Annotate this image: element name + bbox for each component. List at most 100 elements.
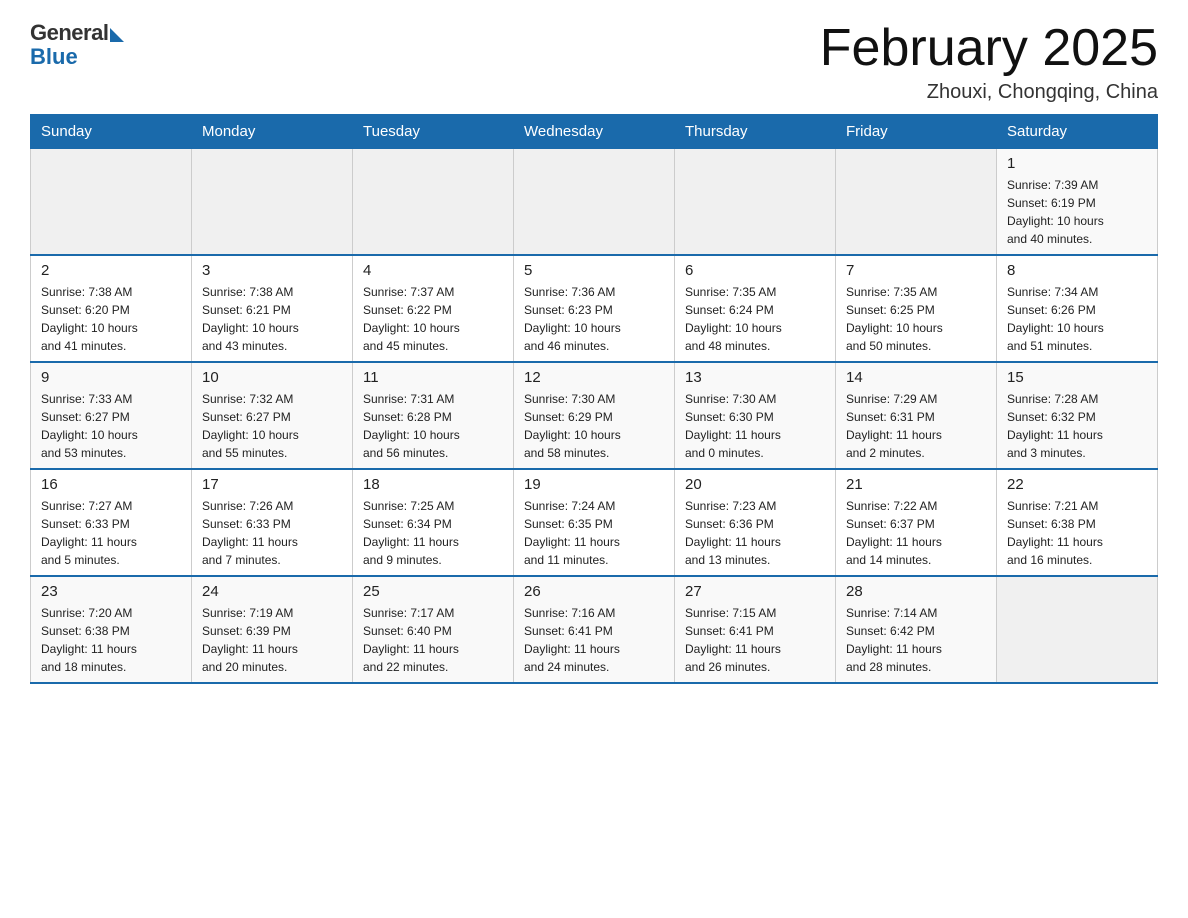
day-info: Sunrise: 7:27 AM Sunset: 6:33 PM Dayligh… bbox=[41, 497, 181, 569]
calendar-week-row: 16 Sunrise: 7:27 AM Sunset: 6:33 PM Dayli… bbox=[31, 469, 1158, 576]
calendar-cell bbox=[353, 149, 514, 256]
calendar-cell: 5Sunrise: 7:36 AM Sunset: 6:23 PM Daylig… bbox=[514, 255, 675, 362]
day-info: Sunrise: 7:15 AM Sunset: 6:41 PM Dayligh… bbox=[685, 604, 825, 676]
day-number: 6 bbox=[685, 262, 825, 279]
calendar-cell: 21 Sunrise: 7:22 AM Sunset: 6:37 PM Dayli… bbox=[836, 469, 997, 576]
calendar-cell: 22 Sunrise: 7:21 AM Sunset: 6:38 PM Dayli… bbox=[997, 469, 1158, 576]
day-info: Sunrise: 7:16 AM Sunset: 6:41 PM Dayligh… bbox=[524, 604, 664, 676]
calendar-cell bbox=[31, 149, 192, 256]
day-info: Sunrise: 7:30 AM Sunset: 6:30 PM Dayligh… bbox=[685, 390, 825, 462]
calendar-cell: 9 Sunrise: 7:33 AM Sunset: 6:27 PM Daylig… bbox=[31, 362, 192, 469]
day-info: Sunrise: 7:29 AM Sunset: 6:31 PM Dayligh… bbox=[846, 390, 986, 462]
calendar-cell: 6 Sunrise: 7:35 AM Sunset: 6:24 PM Daylig… bbox=[675, 255, 836, 362]
day-info: Sunrise: 7:19 AM Sunset: 6:39 PM Dayligh… bbox=[202, 604, 342, 676]
calendar-cell bbox=[192, 149, 353, 256]
day-info: Sunrise: 7:31 AM Sunset: 6:28 PM Dayligh… bbox=[363, 390, 503, 462]
day-number: 25 bbox=[363, 583, 503, 600]
calendar-cell: 17 Sunrise: 7:26 AM Sunset: 6:33 PM Dayli… bbox=[192, 469, 353, 576]
day-number: 9 bbox=[41, 369, 181, 386]
day-number: 8 bbox=[1007, 262, 1147, 279]
day-info: Sunrise: 7:28 AM Sunset: 6:32 PM Dayligh… bbox=[1007, 390, 1147, 462]
day-info: Sunrise: 7:35 AM Sunset: 6:25 PM Dayligh… bbox=[846, 283, 986, 355]
calendar-cell: 15Sunrise: 7:28 AM Sunset: 6:32 PM Dayli… bbox=[997, 362, 1158, 469]
day-info: Sunrise: 7:38 AM Sunset: 6:21 PM Dayligh… bbox=[202, 283, 342, 355]
day-header-friday: Friday bbox=[836, 115, 997, 149]
logo-general-text: General bbox=[30, 20, 108, 46]
day-number: 18 bbox=[363, 476, 503, 493]
day-number: 26 bbox=[524, 583, 664, 600]
calendar-cell bbox=[836, 149, 997, 256]
day-info: Sunrise: 7:21 AM Sunset: 6:38 PM Dayligh… bbox=[1007, 497, 1147, 569]
day-number: 20 bbox=[685, 476, 825, 493]
day-number: 19 bbox=[524, 476, 664, 493]
day-info: Sunrise: 7:26 AM Sunset: 6:33 PM Dayligh… bbox=[202, 497, 342, 569]
calendar-header-row: SundayMondayTuesdayWednesdayThursdayFrid… bbox=[31, 115, 1158, 149]
calendar-cell: 20 Sunrise: 7:23 AM Sunset: 6:36 PM Dayli… bbox=[675, 469, 836, 576]
day-number: 28 bbox=[846, 583, 986, 600]
calendar-cell: 24 Sunrise: 7:19 AM Sunset: 6:39 PM Dayli… bbox=[192, 576, 353, 683]
day-info: Sunrise: 7:25 AM Sunset: 6:34 PM Dayligh… bbox=[363, 497, 503, 569]
day-number: 13 bbox=[685, 369, 825, 386]
logo: General Blue bbox=[30, 20, 124, 70]
calendar-cell: 16 Sunrise: 7:27 AM Sunset: 6:33 PM Dayli… bbox=[31, 469, 192, 576]
day-info: Sunrise: 7:33 AM Sunset: 6:27 PM Dayligh… bbox=[41, 390, 181, 462]
calendar-cell: 3 Sunrise: 7:38 AM Sunset: 6:21 PM Daylig… bbox=[192, 255, 353, 362]
day-info: Sunrise: 7:32 AM Sunset: 6:27 PM Dayligh… bbox=[202, 390, 342, 462]
calendar-cell: 4 Sunrise: 7:37 AM Sunset: 6:22 PM Daylig… bbox=[353, 255, 514, 362]
calendar-cell: 23 Sunrise: 7:20 AM Sunset: 6:38 PM Dayli… bbox=[31, 576, 192, 683]
calendar-cell: 19 Sunrise: 7:24 AM Sunset: 6:35 PM Dayli… bbox=[514, 469, 675, 576]
calendar-cell: 12 Sunrise: 7:30 AM Sunset: 6:29 PM Dayli… bbox=[514, 362, 675, 469]
calendar-cell: 13 Sunrise: 7:30 AM Sunset: 6:30 PM Dayli… bbox=[675, 362, 836, 469]
day-info: Sunrise: 7:14 AM Sunset: 6:42 PM Dayligh… bbox=[846, 604, 986, 676]
day-info: Sunrise: 7:35 AM Sunset: 6:24 PM Dayligh… bbox=[685, 283, 825, 355]
calendar-cell: 14 Sunrise: 7:29 AM Sunset: 6:31 PM Dayli… bbox=[836, 362, 997, 469]
calendar-cell: 2Sunrise: 7:38 AM Sunset: 6:20 PM Daylig… bbox=[31, 255, 192, 362]
calendar-cell: 18 Sunrise: 7:25 AM Sunset: 6:34 PM Dayli… bbox=[353, 469, 514, 576]
day-number: 21 bbox=[846, 476, 986, 493]
calendar-cell: 11 Sunrise: 7:31 AM Sunset: 6:28 PM Dayli… bbox=[353, 362, 514, 469]
day-header-tuesday: Tuesday bbox=[353, 115, 514, 149]
calendar-week-row: 2Sunrise: 7:38 AM Sunset: 6:20 PM Daylig… bbox=[31, 255, 1158, 362]
logo-arrow-icon bbox=[110, 28, 124, 42]
calendar-week-row: 1Sunrise: 7:39 AM Sunset: 6:19 PM Daylig… bbox=[31, 149, 1158, 256]
day-number: 22 bbox=[1007, 476, 1147, 493]
day-info: Sunrise: 7:30 AM Sunset: 6:29 PM Dayligh… bbox=[524, 390, 664, 462]
calendar-cell bbox=[997, 576, 1158, 683]
calendar-week-row: 23 Sunrise: 7:20 AM Sunset: 6:38 PM Dayli… bbox=[31, 576, 1158, 683]
calendar-cell: 25 Sunrise: 7:17 AM Sunset: 6:40 PM Dayli… bbox=[353, 576, 514, 683]
day-header-monday: Monday bbox=[192, 115, 353, 149]
day-header-saturday: Saturday bbox=[997, 115, 1158, 149]
day-number: 3 bbox=[202, 262, 342, 279]
day-info: Sunrise: 7:38 AM Sunset: 6:20 PM Dayligh… bbox=[41, 283, 181, 355]
day-number: 1 bbox=[1007, 155, 1147, 172]
day-info: Sunrise: 7:24 AM Sunset: 6:35 PM Dayligh… bbox=[524, 497, 664, 569]
calendar-cell: 7Sunrise: 7:35 AM Sunset: 6:25 PM Daylig… bbox=[836, 255, 997, 362]
day-number: 11 bbox=[363, 369, 503, 386]
calendar-week-row: 9 Sunrise: 7:33 AM Sunset: 6:27 PM Daylig… bbox=[31, 362, 1158, 469]
calendar-cell: 8Sunrise: 7:34 AM Sunset: 6:26 PM Daylig… bbox=[997, 255, 1158, 362]
calendar-table: SundayMondayTuesdayWednesdayThursdayFrid… bbox=[30, 114, 1158, 684]
day-number: 12 bbox=[524, 369, 664, 386]
calendar-cell bbox=[514, 149, 675, 256]
day-number: 23 bbox=[41, 583, 181, 600]
location-text: Zhouxi, Chongqing, China bbox=[820, 81, 1158, 104]
title-block: February 2025 Zhouxi, Chongqing, China bbox=[820, 20, 1158, 104]
day-number: 16 bbox=[41, 476, 181, 493]
day-info: Sunrise: 7:22 AM Sunset: 6:37 PM Dayligh… bbox=[846, 497, 986, 569]
day-info: Sunrise: 7:37 AM Sunset: 6:22 PM Dayligh… bbox=[363, 283, 503, 355]
calendar-cell: 26 Sunrise: 7:16 AM Sunset: 6:41 PM Dayli… bbox=[514, 576, 675, 683]
day-number: 17 bbox=[202, 476, 342, 493]
day-info: Sunrise: 7:23 AM Sunset: 6:36 PM Dayligh… bbox=[685, 497, 825, 569]
day-header-wednesday: Wednesday bbox=[514, 115, 675, 149]
day-number: 14 bbox=[846, 369, 986, 386]
day-number: 10 bbox=[202, 369, 342, 386]
logo-blue-text: Blue bbox=[30, 44, 78, 70]
day-info: Sunrise: 7:17 AM Sunset: 6:40 PM Dayligh… bbox=[363, 604, 503, 676]
month-title: February 2025 bbox=[820, 20, 1158, 77]
day-number: 4 bbox=[363, 262, 503, 279]
day-number: 24 bbox=[202, 583, 342, 600]
calendar-cell: 1Sunrise: 7:39 AM Sunset: 6:19 PM Daylig… bbox=[997, 149, 1158, 256]
day-info: Sunrise: 7:36 AM Sunset: 6:23 PM Dayligh… bbox=[524, 283, 664, 355]
day-number: 27 bbox=[685, 583, 825, 600]
day-info: Sunrise: 7:20 AM Sunset: 6:38 PM Dayligh… bbox=[41, 604, 181, 676]
